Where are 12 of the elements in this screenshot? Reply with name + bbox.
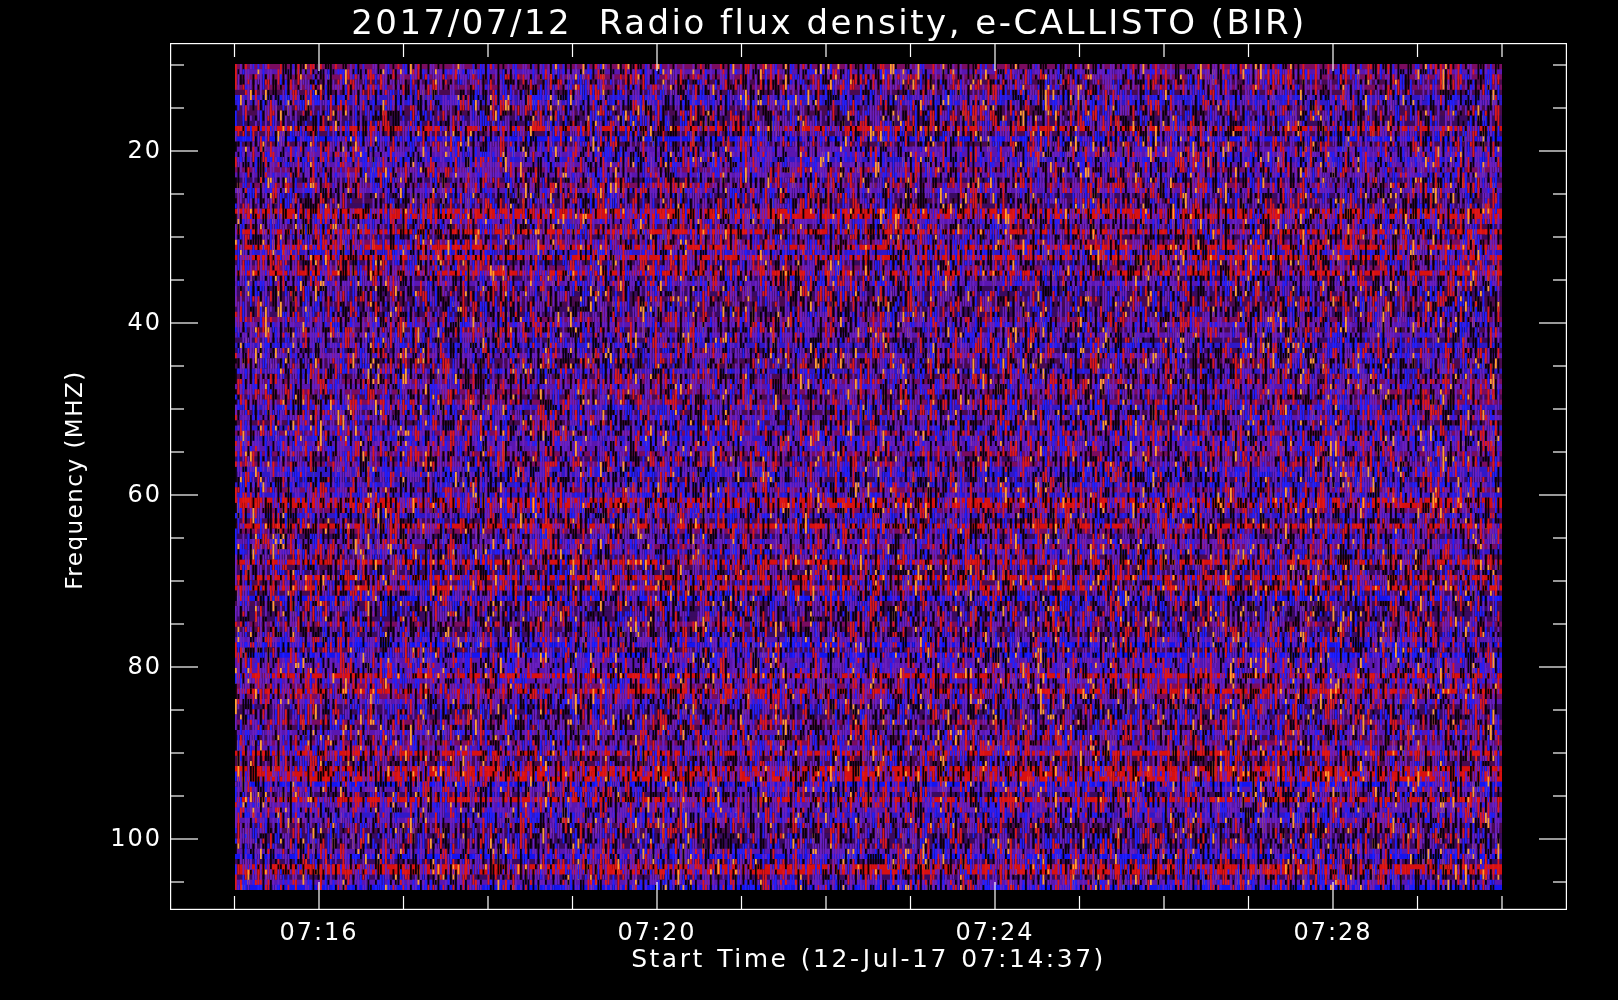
y-tick-label: 40 — [127, 308, 162, 336]
x-tick-label: 07:24 — [955, 918, 1035, 946]
x-tick-label: 07:16 — [279, 918, 359, 946]
x-tick-label: 07:28 — [1293, 918, 1373, 946]
y-tick-label: 100 — [110, 824, 162, 852]
chart-title: 2017/07/12 Radio flux density, e-CALLISTO (BIR) — [350, 1, 1307, 42]
y-tick-label: 80 — [127, 652, 162, 680]
x-axis-label: Start Time (12-Jul-17 07:14:37) — [631, 944, 1106, 973]
x-tick-label: 07:20 — [617, 918, 697, 946]
y-tick-label: 60 — [127, 480, 162, 508]
y-axis-label: Frequency (MHZ) — [61, 370, 87, 590]
y-tick-label: 20 — [127, 136, 162, 164]
